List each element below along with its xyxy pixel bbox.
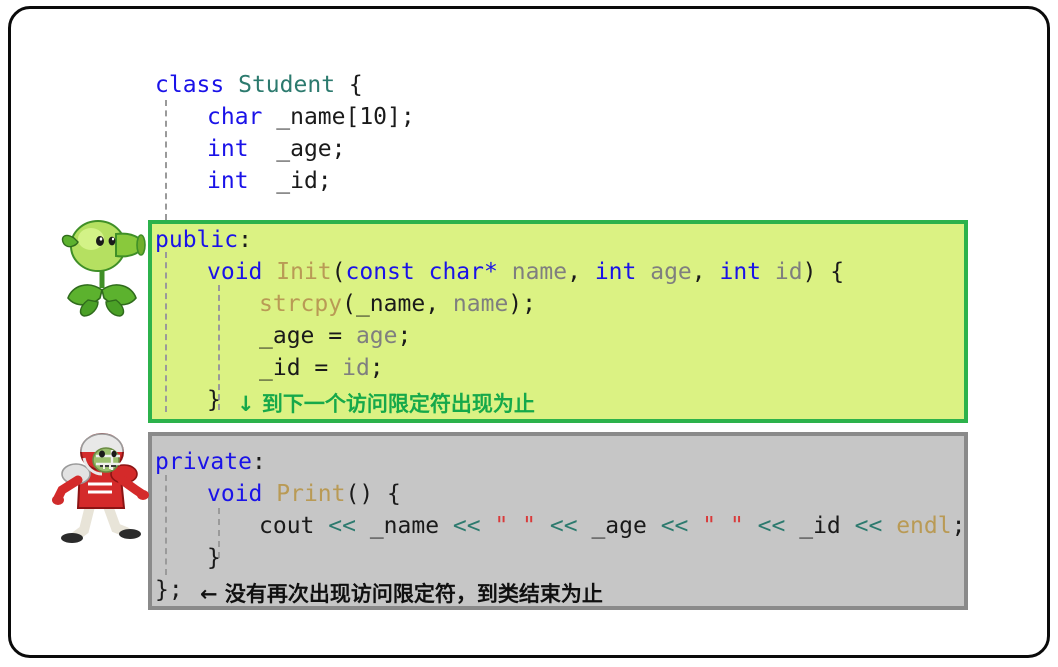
cout-arg-id: _id	[799, 513, 841, 539]
rhs-age: age	[355, 323, 398, 349]
keyword-void-init: void	[207, 259, 263, 285]
param-name: name	[511, 259, 568, 285]
keyword-private: private	[155, 449, 252, 475]
cout-arg-age: _age	[591, 513, 647, 539]
keyword-int-param-id: int	[719, 259, 762, 285]
keyword-const: const	[345, 259, 415, 285]
shift-op-2: <<	[452, 513, 481, 539]
code-line-public-specifier: public:	[155, 225, 252, 255]
football-zombie-sprite	[50, 432, 150, 547]
lhs-id: _id	[259, 355, 301, 381]
keyword-class: class	[155, 72, 225, 98]
code-line-print-signature: void Print() {	[207, 481, 401, 507]
code-line-assign-id: _id = id;	[259, 355, 384, 381]
public-scope-arrow-icon: ↓	[237, 392, 255, 416]
function-name-print: Print	[276, 481, 346, 507]
class-name-student: Student	[238, 72, 336, 98]
private-colon: :	[251, 449, 266, 475]
open-brace: {	[348, 72, 363, 98]
private-scope-annotation: ← 没有再次出现访问限定符，到类结束为止	[200, 578, 603, 608]
code-line-class-decl: class Student {	[155, 70, 363, 100]
shift-op-4: <<	[660, 513, 689, 539]
stream-cout: cout	[259, 513, 315, 539]
print-close-brace: }	[207, 545, 221, 571]
param-id: id	[774, 259, 803, 285]
member-age: _age;	[276, 136, 346, 162]
member-name: _name[10];	[276, 104, 415, 130]
code-line-cout: cout << _name << " " << _age << " " << _…	[259, 513, 966, 539]
rhs-id: id	[342, 355, 370, 381]
param-age: age	[650, 259, 692, 285]
class-close-brace: };	[155, 577, 183, 603]
code-line-class-close: };	[155, 575, 183, 605]
string-literal-1: " "	[494, 513, 537, 539]
function-name-init: Init	[276, 259, 332, 285]
code-line-assign-age: _age = age;	[259, 323, 412, 349]
keyword-void-print: void	[207, 481, 263, 507]
code-line-member-id: int _id;	[207, 166, 332, 196]
function-name-strcpy: strcpy	[259, 291, 343, 317]
arg-name-param: name	[452, 291, 509, 317]
print-open-brace: {	[387, 481, 401, 507]
shift-op-3: <<	[549, 513, 578, 539]
private-scope-arrow-icon: ←	[200, 582, 218, 606]
shift-op-5: <<	[757, 513, 786, 539]
code-line-print-close: }	[207, 543, 221, 573]
string-literal-2: " "	[702, 513, 744, 539]
slide-canvas: class Student { char _name[10]; int _age…	[0, 0, 1058, 667]
code-block: class Student { char _name[10]; int _age…	[0, 0, 1058, 667]
public-scope-annotation-text: 到下一个访问限定符出现为止	[261, 392, 535, 416]
init-close-brace: }	[207, 387, 221, 413]
peashooter-sprite	[58, 214, 146, 319]
member-id: _id;	[276, 168, 332, 194]
arg-name-member: _name	[355, 291, 426, 317]
shift-op-1: <<	[328, 513, 356, 539]
stream-endl: endl	[896, 513, 952, 539]
code-line-member-name: char _name[10];	[207, 102, 415, 132]
cout-arg-name: _name	[369, 513, 440, 539]
keyword-int-age: int	[207, 136, 249, 162]
private-scope-annotation-text: 没有再次出现访问限定符，到类结束为止	[224, 582, 603, 606]
init-open-brace: {	[830, 259, 845, 285]
lhs-age: _age	[259, 323, 315, 349]
code-line-init-close: }	[207, 385, 221, 415]
code-line-private-specifier: private:	[155, 447, 266, 477]
keyword-int-id: int	[207, 168, 249, 194]
code-line-strcpy: strcpy(_name, name);	[259, 291, 536, 317]
public-colon: :	[238, 227, 252, 253]
keyword-char-star: char*	[428, 259, 498, 285]
code-line-init-signature: void Init(const char* name, int age, int…	[207, 259, 845, 285]
keyword-int-param-age: int	[594, 259, 637, 285]
keyword-public: public	[155, 227, 239, 253]
keyword-char: char	[207, 104, 263, 130]
code-line-member-age: int _age;	[207, 134, 346, 164]
shift-op-6: <<	[854, 513, 883, 539]
public-scope-annotation: ↓ 到下一个访问限定符出现为止	[237, 388, 535, 418]
